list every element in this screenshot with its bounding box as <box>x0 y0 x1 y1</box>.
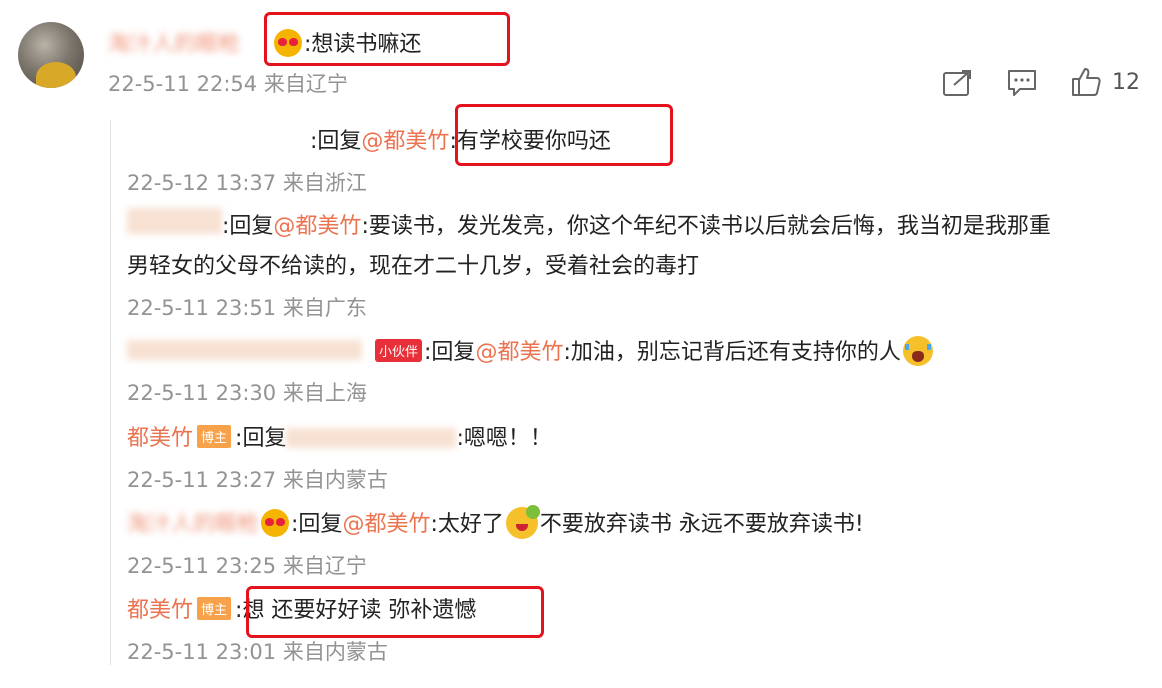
like-count: 12 <box>1112 70 1140 95</box>
highlight-box <box>264 12 510 66</box>
reply-text: :要读书，发光发亮，你这个年纪不读书以后就会后悔，我当初是我那重 <box>361 214 1051 239</box>
reply-prefix: :回复 <box>291 512 343 537</box>
reply-text: :嗯嗯！！ <box>456 426 552 451</box>
mention-link[interactable]: @都美竹 <box>361 129 449 154</box>
reply-3-author[interactable] <box>127 340 362 360</box>
mention-link[interactable]: @都美竹 <box>342 512 430 537</box>
reply-2-meta: 22-5-11 23:51 来自广东 <box>127 296 367 320</box>
thread-divider <box>110 120 111 665</box>
member-badge: 小伙伴 <box>375 339 423 362</box>
highlight-box <box>246 586 544 638</box>
reply-2-line2: 男轻女的父母不给读的，现在才二十几岁，受着社会的毒打 <box>127 254 700 279</box>
reply-author[interactable]: 都美竹 <box>127 426 193 451</box>
reply-2-author[interactable] <box>127 208 222 234</box>
reply-3: 小伙伴:回复@都美竹:加油，别忘记背后还有支持你的人 <box>375 334 933 366</box>
comment-meta: 22-5-11 22:54 来自辽宁 <box>108 72 348 96</box>
reply-text-a: :太好了 <box>430 512 504 537</box>
mention-link[interactable]: @都美竹 <box>475 340 563 365</box>
flower-emoji-icon <box>505 505 540 539</box>
reply-text: :加油，别忘记背后还有支持你的人 <box>563 340 901 365</box>
reply-5: 淘汁人的眼枪 :回复@都美竹:太好了 不要放弃读书 永远不要放弃读书! <box>127 505 864 539</box>
mention-link[interactable]: @都美竹 <box>273 214 361 239</box>
share-icon[interactable] <box>942 68 974 98</box>
reply-6-meta: 22-5-11 23:01 来自内蒙古 <box>127 640 388 664</box>
comment-icon[interactable] <box>1006 68 1038 98</box>
reply-text-b: 不要放弃读书 永远不要放弃读书! <box>539 512 864 537</box>
blogger-badge: 博主 <box>197 597 232 620</box>
reply-1-meta: 22-5-12 13:37 来自浙江 <box>127 171 367 195</box>
mention-link-blurred[interactable] <box>286 428 457 448</box>
highlight-box <box>455 104 673 166</box>
reply-2: :回复@都美竹:要读书，发光发亮，你这个年纪不读书以后就会后悔，我当初是我那重 <box>222 208 1051 240</box>
comment-header: 淘汁人的眼枪 <box>108 26 240 58</box>
reply-author[interactable]: 淘汁人的眼枪 <box>127 512 259 537</box>
reply-4-meta: 22-5-11 23:27 来自内蒙古 <box>127 468 388 492</box>
heart-eyes-emoji-icon <box>261 509 290 537</box>
reply-5-meta: 22-5-11 23:25 来自辽宁 <box>127 554 367 578</box>
reply-prefix: :回复 <box>222 214 274 239</box>
reply-prefix: :回复 <box>310 129 362 154</box>
reply-prefix: :回复 <box>424 340 476 365</box>
avatar[interactable] <box>18 22 84 88</box>
blogger-badge: 博主 <box>197 425 232 448</box>
reply-3-meta: 22-5-11 23:30 来自上海 <box>127 381 367 405</box>
comment-author[interactable]: 淘汁人的眼枪 <box>108 32 240 57</box>
crying-emoji-icon <box>902 336 933 366</box>
reply-prefix: :回复 <box>235 426 287 451</box>
reply-author[interactable]: 都美竹 <box>127 598 193 623</box>
reply-4: 都美竹 博主:回复 :嗯嗯！！ <box>127 420 552 452</box>
like-icon[interactable] <box>1070 66 1102 98</box>
